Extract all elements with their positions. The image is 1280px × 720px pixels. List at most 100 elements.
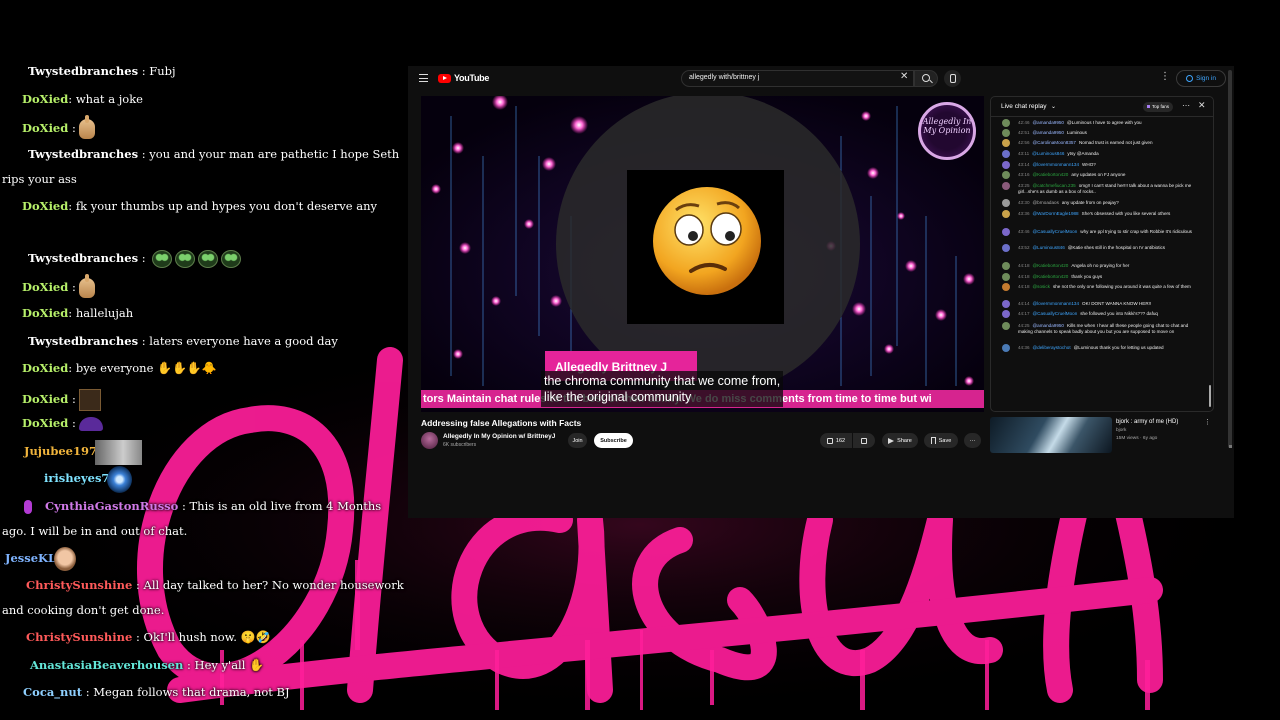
author-avatar[interactable] <box>1002 199 1010 207</box>
voice-search-icon[interactable] <box>944 70 961 87</box>
sign-in-button[interactable]: Sign in <box>1176 70 1226 87</box>
live-chat-title[interactable]: Live chat replay <box>1001 103 1047 110</box>
chat-message: DoXied: bye everyone ✋✋✋🐥 <box>22 361 217 376</box>
chat-username: Twystedbranches <box>28 251 139 265</box>
chat-text: : <box>71 416 76 430</box>
author-avatar[interactable] <box>1002 228 1010 236</box>
live-chat-message-body: 42:51 @amanda9950 Luminous <box>1018 130 1203 136</box>
message-text: WHO? <box>1082 162 1096 167</box>
chat-text: : you and your man are pathetic I hope S… <box>141 147 400 161</box>
message-text: any updates on FJ anyone <box>1071 172 1126 177</box>
clear-search-icon[interactable]: ✕ <box>900 71 908 83</box>
wave-emoji-icon: ✋✋✋🐥 <box>157 361 217 375</box>
youtube-logo-text: YouTube <box>454 73 490 83</box>
message-timestamp: 44:18 <box>1018 274 1030 279</box>
author-name[interactable]: @CasuallyCruelMoon <box>1033 311 1078 316</box>
author-avatar[interactable] <box>1002 161 1010 169</box>
join-button[interactable]: Join <box>568 433 587 448</box>
author-avatar[interactable] <box>1002 244 1010 252</box>
more-actions-button[interactable]: ⋯ <box>964 433 981 448</box>
author-name[interactable]: @deliberaystochot <box>1033 345 1071 350</box>
author-avatar[interactable] <box>1002 119 1010 127</box>
like-button[interactable]: 162 <box>820 433 852 448</box>
chat-username: Twystedbranches <box>28 147 139 161</box>
video-title: Addressing false Allegations with Facts <box>421 418 582 428</box>
author-name[interactable]: @Katieborton420 <box>1033 172 1069 177</box>
up-next-more-icon[interactable]: ⋮ <box>1204 418 1211 426</box>
author-name[interactable]: @WarDormEagle1988 <box>1033 211 1079 216</box>
search-input[interactable]: allegedly with/brittney j <box>681 70 914 87</box>
author-avatar[interactable] <box>1002 300 1010 308</box>
message-timestamp: 43:36 <box>1018 211 1030 216</box>
cat-emote-icon <box>152 250 173 268</box>
author-name[interactable]: @CarolinaMoon8357 <box>1033 140 1076 145</box>
caption-line-2: like the original community <box>544 390 692 404</box>
channel-seal-logo: Allegedly In My Opinion <box>918 102 976 160</box>
author-name[interactable]: @lovermmonmann134 <box>1033 301 1080 306</box>
author-name[interactable]: @catchmefiucan.235 <box>1033 183 1076 188</box>
author-avatar[interactable] <box>1002 129 1010 137</box>
youtube-logo[interactable]: YouTube <box>438 73 489 83</box>
chat-text: : what a joke <box>68 92 143 106</box>
chat-message-continued: and cooking don't get done. <box>2 603 164 618</box>
live-chat-message-body: 42:56 @CarolinaMoon8357 Nomad trust is ear… <box>1018 140 1203 146</box>
message-timestamp: 44:25 <box>1018 323 1030 328</box>
scroll-down-arrow-icon[interactable] <box>1229 445 1232 448</box>
author-avatar[interactable] <box>1002 171 1010 179</box>
more-options-icon[interactable]: ⋮ <box>1160 72 1170 82</box>
author-avatar[interactable] <box>1002 139 1010 147</box>
up-next-title[interactable]: bjork : army of me (HD) <box>1116 419 1178 425</box>
message-timestamp: 43:46 <box>1018 229 1030 234</box>
search-icon[interactable] <box>914 70 938 87</box>
channel-avatar[interactable] <box>421 432 438 449</box>
live-chat-message-body: 43:25 @catchmefiucan.235 omg!! I can't sta… <box>1018 183 1203 195</box>
author-name[interactable]: @Luminous846 <box>1033 245 1065 250</box>
message-timestamp: 42:51 <box>1018 130 1030 135</box>
live-chat-message-body: 44:18 @Katieborton420 thank you guys <box>1018 274 1203 280</box>
author-name[interactable]: @amanda9950 <box>1033 130 1064 135</box>
share-button[interactable]: Share <box>882 433 918 448</box>
author-name[interactable]: @lovermmonmann134 <box>1033 162 1080 167</box>
author-name[interactable]: @Katieborton420 <box>1033 274 1069 279</box>
author-avatar[interactable] <box>1002 344 1010 352</box>
message-text: She's obsessed with you like several oth… <box>1081 211 1171 216</box>
author-avatar[interactable] <box>1002 182 1010 190</box>
live-chat-scrollbar[interactable] <box>1209 385 1211 407</box>
chat-message-continued: rips your ass <box>2 172 77 187</box>
message-timestamp: 42:46 <box>1018 120 1030 125</box>
chevron-down-icon[interactable]: ⌄ <box>1051 103 1056 110</box>
author-name[interactable]: @Luminous846 <box>1032 151 1064 156</box>
up-next-thumbnail[interactable] <box>990 417 1112 453</box>
menu-icon[interactable] <box>419 74 428 82</box>
author-avatar[interactable] <box>1002 150 1010 158</box>
message-timestamp: 44:18 <box>1018 284 1030 289</box>
top-fans-chip[interactable]: Top fans <box>1143 102 1174 112</box>
author-name[interactable]: @sosick <box>1033 284 1050 289</box>
subscribe-button[interactable]: Subscribe <box>594 433 633 448</box>
dislike-button[interactable] <box>853 433 875 448</box>
author-name[interactable]: @amanda9950 <box>1033 323 1064 328</box>
video-player[interactable]: Allegedly In My Opinion Allegedly Brittn… <box>421 96 984 412</box>
author-avatar[interactable] <box>1002 310 1010 318</box>
page-scrollbar[interactable] <box>1228 70 1232 448</box>
close-icon[interactable]: ✕ <box>1198 100 1206 111</box>
author-avatar[interactable] <box>1002 322 1010 330</box>
chat-message: DoXied : <box>22 274 96 298</box>
author-name[interactable]: @Katieborton420 <box>1033 263 1069 268</box>
author-name[interactable]: @amanda9950 <box>1033 120 1064 125</box>
author-avatar[interactable] <box>1002 273 1010 281</box>
live-chat-message-body: 43:16 @Katieborton420 any updates on FJ an… <box>1018 172 1203 178</box>
channel-name[interactable]: Allegedly In My Opinion w/ BrittneyJ <box>443 433 555 440</box>
author-name[interactable]: @brnoadaos <box>1033 200 1059 205</box>
author-avatar[interactable] <box>1002 262 1010 270</box>
chat-username: DoXied <box>22 92 69 106</box>
chat-text: : <box>71 121 76 135</box>
author-name[interactable]: @CasuallyCruelMoon <box>1033 229 1078 234</box>
more-options-icon[interactable]: ⋯ <box>1182 101 1190 110</box>
save-button[interactable]: Save <box>924 433 958 448</box>
message-text: she followed you into Nikki's??? dafuq <box>1080 311 1158 316</box>
author-avatar[interactable] <box>1002 283 1010 291</box>
thumbs-down-icon <box>861 437 867 444</box>
author-avatar[interactable] <box>1002 210 1010 218</box>
up-next-channel[interactable]: bjork <box>1116 428 1126 433</box>
